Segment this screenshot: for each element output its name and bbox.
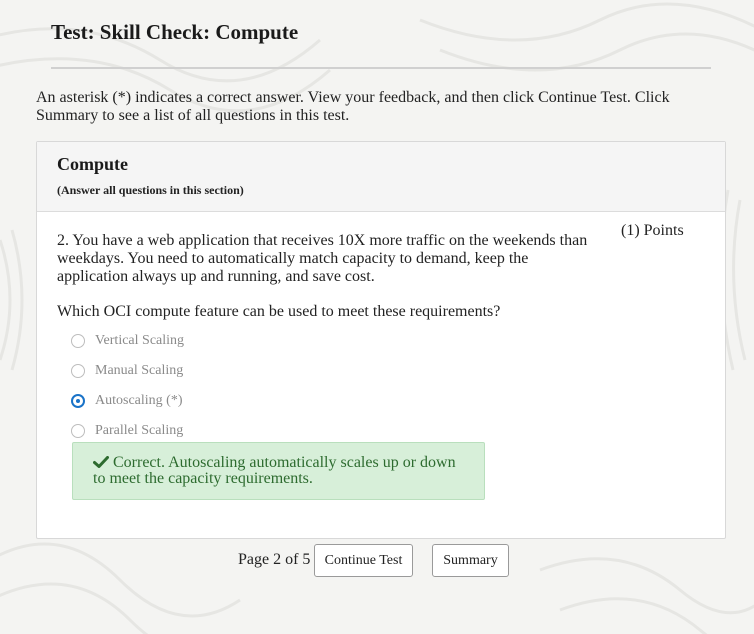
section-title: Compute (57, 154, 128, 174)
section-header: Compute (Answer all questions in this se… (37, 142, 725, 212)
feedback-text: Correct. Autoscaling automatically scale… (93, 454, 456, 487)
section-note: (Answer all questions in this section) (57, 183, 244, 197)
radio-button[interactable] (71, 424, 85, 438)
question-text: 2. You have a web application that recei… (57, 232, 588, 285)
instructions-text: An asterisk (*) indicates a correct answ… (36, 89, 670, 124)
question-section: Compute (Answer all questions in this se… (36, 141, 726, 539)
option-label: Manual Scaling (95, 363, 184, 378)
summary-button[interactable]: Summary (432, 544, 509, 577)
check-icon (93, 456, 109, 468)
radio-button-selected[interactable] (71, 394, 85, 408)
question-prompt: Which OCI compute feature can be used to… (57, 303, 501, 320)
continue-test-button[interactable]: Continue Test (314, 544, 413, 577)
option-label: Vertical Scaling (95, 333, 185, 348)
answer-option-manual-scaling[interactable]: Manual Scaling (71, 361, 183, 381)
answer-option-parallel-scaling[interactable]: Parallel Scaling (71, 421, 183, 441)
feedback-box: Correct. Autoscaling automatically scale… (72, 442, 485, 500)
answer-option-autoscaling[interactable]: Autoscaling (*) (71, 391, 182, 411)
answer-option-vertical-scaling[interactable]: Vertical Scaling (71, 331, 184, 351)
page-title: Test: Skill Check: Compute (51, 20, 299, 44)
option-label: Autoscaling (*) (95, 393, 183, 408)
page-indicator: Page 2 of 5 (238, 551, 311, 568)
radio-button[interactable] (71, 364, 85, 378)
question-points: (1) Points (621, 222, 684, 239)
title-divider (51, 67, 711, 69)
radio-button[interactable] (71, 334, 85, 348)
option-label: Parallel Scaling (95, 423, 184, 438)
